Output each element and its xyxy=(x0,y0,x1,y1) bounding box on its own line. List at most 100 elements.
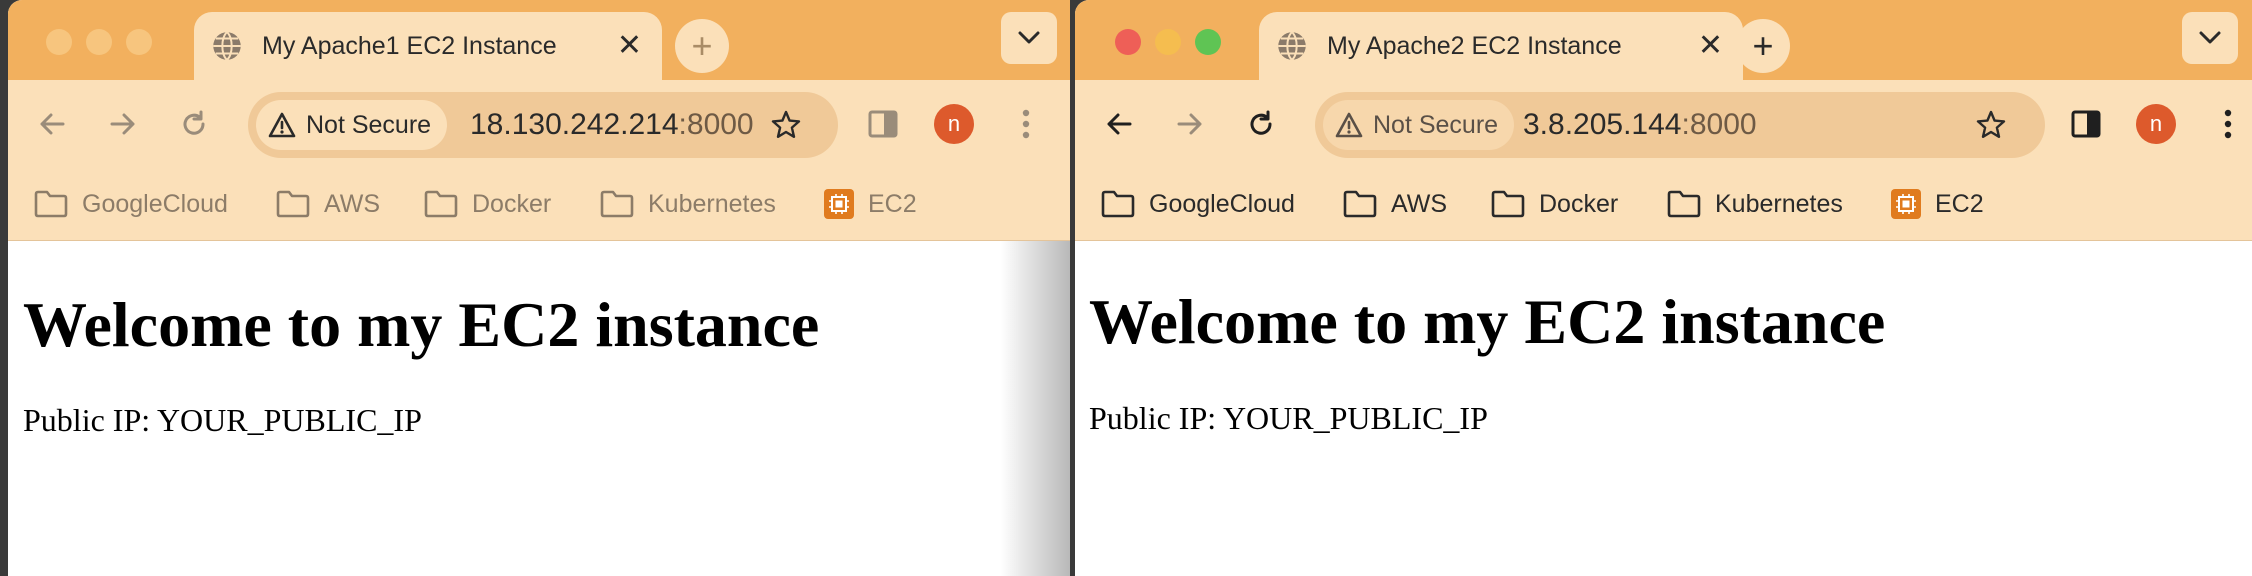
folder-icon xyxy=(600,190,634,218)
browser-window-apache1: My Apache1 EC2 Instance ✕ + Not Secure 1… xyxy=(8,0,1070,576)
tab-strip: My Apache2 EC2 Instance ✕ + xyxy=(1075,0,2252,80)
chevron-down-icon xyxy=(2199,31,2221,44)
zoom-window-button[interactable] xyxy=(1195,29,1221,55)
site-info-chip[interactable]: Not Secure xyxy=(1323,100,1515,150)
bookmark-star-icon[interactable] xyxy=(770,109,802,141)
side-panel-button[interactable] xyxy=(2064,102,2108,146)
warning-icon xyxy=(1335,112,1363,138)
bookmark-label: GoogleCloud xyxy=(82,189,228,218)
minimize-window-button[interactable] xyxy=(1155,29,1181,55)
address-bar[interactable]: Not Secure 3.8.205.144:8000 xyxy=(1315,92,2045,158)
bookmark-label: EC2 xyxy=(1935,189,1984,218)
traffic-lights xyxy=(1115,29,1221,55)
menu-button[interactable] xyxy=(1004,102,1048,146)
globe-icon xyxy=(1278,31,1306,61)
bookmark-label: GoogleCloud xyxy=(1149,189,1295,218)
window-edge-shadow xyxy=(1000,241,1070,576)
reload-button[interactable] xyxy=(1239,102,1283,146)
bookmarks-bar: GoogleCloud AWS Docker Kubernetes EC2 xyxy=(1075,168,2252,241)
back-button[interactable] xyxy=(30,102,74,146)
tab-search-button[interactable] xyxy=(2182,12,2238,64)
tab-strip: My Apache1 EC2 Instance ✕ + xyxy=(8,0,1070,80)
bookmark-folder-googlecloud[interactable]: GoogleCloud xyxy=(1101,168,1295,240)
folder-icon xyxy=(1101,190,1135,218)
close-window-button[interactable] xyxy=(1115,29,1141,55)
bookmark-label: Docker xyxy=(472,189,552,218)
address-bar[interactable]: Not Secure 18.130.242.214:8000 xyxy=(248,92,838,158)
bookmark-ec2[interactable]: EC2 xyxy=(1891,168,1984,240)
side-panel-icon xyxy=(2071,110,2101,138)
chevron-down-icon xyxy=(1018,31,1040,44)
forward-button[interactable] xyxy=(101,102,145,146)
reload-icon xyxy=(1250,110,1272,135)
url-port: :8000 xyxy=(678,108,754,141)
ec2-icon xyxy=(824,189,854,219)
side-panel-icon xyxy=(868,110,898,138)
bookmark-label: EC2 xyxy=(868,189,917,218)
bookmark-label: Kubernetes xyxy=(1715,189,1843,218)
side-panel-button[interactable] xyxy=(861,102,905,146)
warning-icon xyxy=(268,112,296,138)
bookmark-label: AWS xyxy=(1391,189,1448,218)
menu-button[interactable] xyxy=(2206,102,2250,146)
arrow-left-icon xyxy=(1107,113,1132,135)
arrow-right-icon xyxy=(1177,113,1202,135)
browser-window-apache2: My Apache2 EC2 Instance ✕ + Not Secure 3… xyxy=(1075,0,2252,576)
reload-button[interactable] xyxy=(172,102,216,146)
security-label: Not Secure xyxy=(1373,110,1499,139)
folder-icon xyxy=(276,190,310,218)
page-heading: Welcome to my EC2 instance xyxy=(23,289,820,360)
arrow-right-icon xyxy=(110,113,135,135)
ec2-icon xyxy=(1891,189,1921,219)
folder-icon xyxy=(1667,190,1701,218)
back-button[interactable] xyxy=(1097,102,1141,146)
tab-search-button[interactable] xyxy=(1001,12,1057,64)
folder-icon xyxy=(34,190,68,218)
url-port: :8000 xyxy=(1681,108,1757,141)
bookmark-label: AWS xyxy=(324,189,381,218)
tab-title: My Apache2 EC2 Instance xyxy=(1327,31,1622,60)
toolbar: Not Secure 3.8.205.144:8000 n xyxy=(1075,80,2252,168)
bookmark-folder-googlecloud[interactable]: GoogleCloud xyxy=(34,168,228,240)
toolbar: Not Secure 18.130.242.214:8000 n xyxy=(8,80,1070,168)
tab-apache1[interactable]: My Apache1 EC2 Instance ✕ xyxy=(194,12,662,80)
new-tab-button[interactable]: + xyxy=(1736,19,1790,73)
bookmark-folder-kubernetes[interactable]: Kubernetes xyxy=(1667,168,1843,240)
folder-icon xyxy=(424,190,458,218)
page-heading: Welcome to my EC2 instance xyxy=(1089,286,1886,357)
profile-avatar[interactable]: n xyxy=(2136,104,2176,144)
public-ip-text: Public IP: YOUR_PUBLIC_IP xyxy=(23,402,422,438)
minimize-window-button[interactable] xyxy=(86,29,112,55)
bookmarks-bar: GoogleCloud AWS Docker Kubernetes EC2 xyxy=(8,168,1070,241)
arrow-left-icon xyxy=(40,113,65,135)
reload-icon xyxy=(183,110,205,135)
kebab-menu-icon xyxy=(2224,109,2232,139)
url-host: 18.130.242.214 xyxy=(470,108,679,141)
bookmark-folder-aws[interactable]: AWS xyxy=(276,168,380,240)
tab-title: My Apache1 EC2 Instance xyxy=(262,31,557,60)
bookmark-star-icon[interactable] xyxy=(1975,109,2007,141)
bookmark-folder-docker[interactable]: Docker xyxy=(1491,168,1618,240)
bookmark-ec2[interactable]: EC2 xyxy=(824,168,917,240)
close-tab-icon[interactable]: ✕ xyxy=(1698,31,1723,61)
url-text: 3.8.205.144:8000 xyxy=(1523,92,1757,158)
public-ip-text: Public IP: YOUR_PUBLIC_IP xyxy=(1089,400,1488,436)
forward-button[interactable] xyxy=(1168,102,1212,146)
bookmark-folder-docker[interactable]: Docker xyxy=(424,168,551,240)
traffic-lights xyxy=(46,29,152,55)
bookmark-folder-kubernetes[interactable]: Kubernetes xyxy=(600,168,776,240)
url-text: 18.130.242.214:8000 xyxy=(470,92,754,158)
site-info-chip[interactable]: Not Secure xyxy=(256,100,448,150)
tab-apache2[interactable]: My Apache2 EC2 Instance ✕ xyxy=(1259,12,1743,80)
close-window-button[interactable] xyxy=(46,29,72,55)
folder-icon xyxy=(1343,190,1377,218)
bookmark-label: Docker xyxy=(1539,189,1619,218)
folder-icon xyxy=(1491,190,1525,218)
new-tab-button[interactable]: + xyxy=(675,19,729,73)
profile-avatar[interactable]: n xyxy=(934,104,974,144)
bookmark-folder-aws[interactable]: AWS xyxy=(1343,168,1447,240)
zoom-window-button[interactable] xyxy=(126,29,152,55)
globe-icon xyxy=(213,31,241,61)
close-tab-icon[interactable]: ✕ xyxy=(617,31,642,61)
kebab-menu-icon xyxy=(1022,109,1030,139)
